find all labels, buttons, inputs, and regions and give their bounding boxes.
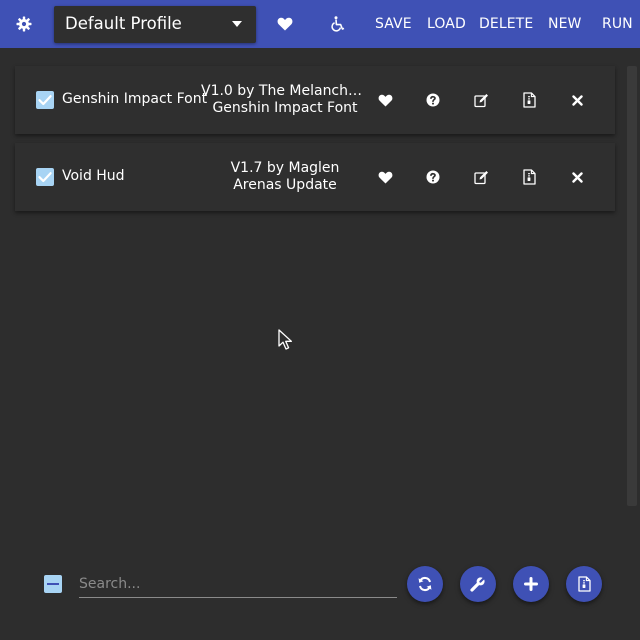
archive-button[interactable]: [566, 566, 602, 602]
file-icon[interactable]: [519, 90, 539, 110]
mod-info: V1.0 by The Melancholy ... Genshin Impac…: [201, 83, 369, 117]
scrollbar[interactable]: [627, 66, 637, 506]
close-icon[interactable]: [567, 90, 587, 110]
mod-version-author: V1.7 by Maglen: [230, 160, 340, 176]
add-mod-button[interactable]: [513, 566, 549, 602]
new-button[interactable]: NEW: [548, 16, 581, 32]
file-icon: [577, 576, 591, 592]
plus-icon: [524, 577, 538, 591]
refresh-icon: [418, 576, 432, 592]
chevron-down-icon: [232, 21, 242, 27]
mouse-cursor-icon: [278, 329, 293, 350]
mod-name: Genshin Impact Font: [62, 91, 208, 107]
delete-button[interactable]: DELETE: [479, 16, 533, 32]
heart-icon[interactable]: [273, 12, 297, 36]
select-all-checkbox[interactable]: [44, 575, 62, 593]
mod-title: Genshin Impact Font: [212, 100, 358, 116]
mod-title: Arenas Update: [233, 177, 337, 193]
edit-icon[interactable]: [471, 167, 491, 187]
edit-icon[interactable]: [471, 90, 491, 110]
question-icon[interactable]: [423, 167, 443, 187]
heart-icon[interactable]: [375, 167, 395, 187]
question-icon[interactable]: [423, 90, 443, 110]
heart-icon[interactable]: [375, 90, 395, 110]
mod-name: Void Hud: [62, 168, 125, 184]
file-icon[interactable]: [519, 167, 539, 187]
tools-button[interactable]: [460, 566, 496, 602]
minus-icon: [47, 583, 59, 586]
refresh-button[interactable]: [407, 566, 443, 602]
mod-row: Void Hud V1.7 by Maglen Arenas Update: [15, 143, 615, 211]
wheelchair-icon[interactable]: [326, 12, 350, 36]
profile-dropdown-value: Default Profile: [65, 14, 182, 33]
search-input[interactable]: [79, 566, 397, 598]
wrench-icon: [470, 577, 485, 592]
mod-row: Genshin Impact Font V1.0 by The Melancho…: [15, 66, 615, 134]
mod-info: V1.7 by Maglen Arenas Update: [201, 160, 369, 194]
load-button[interactable]: LOAD: [427, 16, 466, 32]
mod-enabled-checkbox[interactable]: [36, 168, 54, 186]
top-toolbar: Default Profile SAVE LOAD DELETE NEW RUN: [0, 0, 640, 48]
close-icon[interactable]: [567, 167, 587, 187]
mod-enabled-checkbox[interactable]: [36, 91, 54, 109]
mod-version-author: V1.0 by The Melancholy ...: [201, 83, 369, 99]
profile-dropdown[interactable]: Default Profile: [54, 6, 256, 43]
gear-icon[interactable]: [14, 14, 34, 34]
run-button[interactable]: RUN: [602, 16, 633, 32]
save-button[interactable]: SAVE: [375, 16, 412, 32]
